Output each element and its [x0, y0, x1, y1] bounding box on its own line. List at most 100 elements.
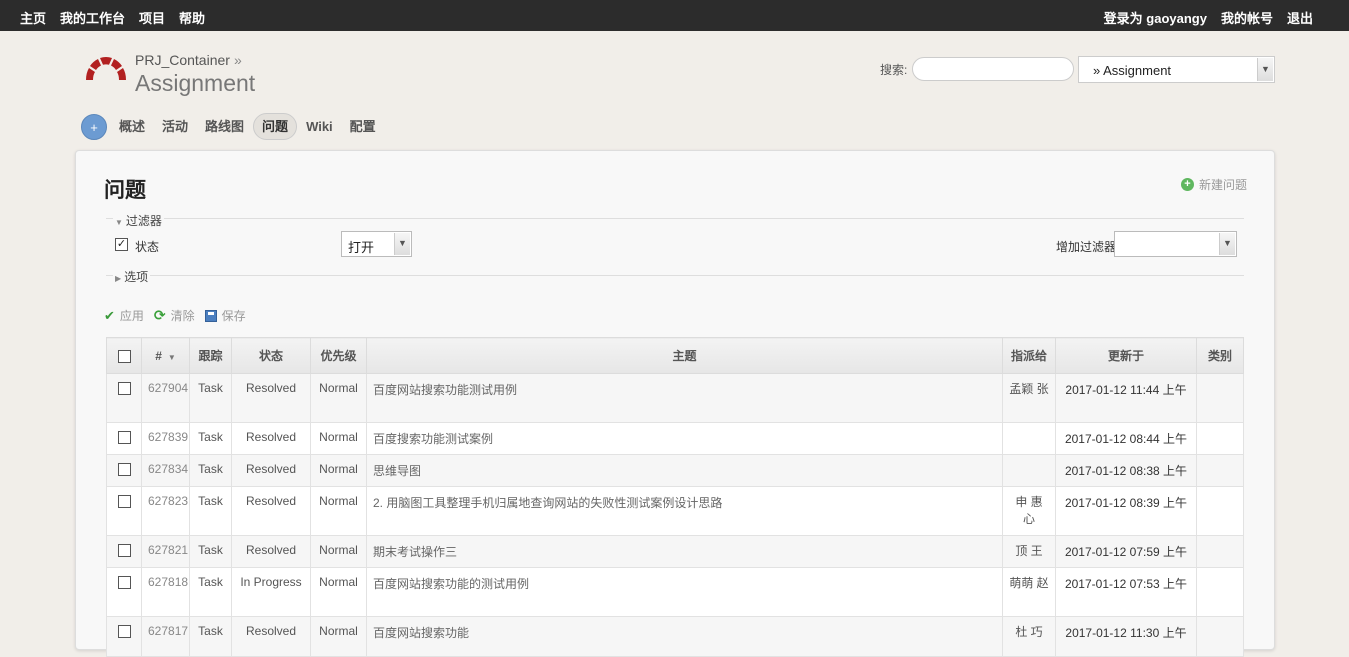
options-legend[interactable]: ▶ 选项 — [113, 268, 151, 285]
my-account-link[interactable]: 我的帐号 — [1221, 8, 1273, 27]
select-all-checkbox[interactable] — [117, 349, 131, 363]
issue-assignee-link[interactable]: 萌萌 赵 — [1002, 567, 1056, 617]
logged-as-prefix: 登录为 — [1103, 11, 1143, 26]
add-filter-select[interactable]: ▼ — [1114, 231, 1237, 257]
reload-icon: ⟳ — [153, 307, 166, 323]
search-input[interactable] — [912, 57, 1074, 81]
logged-user-link[interactable]: gaoyangy — [1146, 11, 1207, 26]
top-menu-projects[interactable]: 项目 — [139, 8, 165, 27]
issue-status: Resolved — [231, 486, 311, 536]
issue-assignee-link[interactable]: 顶 王 — [1002, 535, 1056, 568]
table-row[interactable]: 627904 Task Resolved Normal 百度网站搜索功能测试用例… — [106, 373, 1244, 423]
row-select-cell[interactable] — [106, 486, 142, 536]
issue-subject-link[interactable]: 百度网站搜索功能测试用例 — [366, 373, 1003, 423]
row-checkbox[interactable] — [117, 382, 131, 396]
table-row[interactable]: 627839 Task Resolved Normal 百度搜索功能测试案例 2… — [106, 422, 1244, 455]
row-select-cell[interactable] — [106, 567, 142, 617]
tab-settings[interactable]: 配置 — [342, 113, 384, 140]
issue-subject-link[interactable]: 百度搜索功能测试案例 — [366, 422, 1003, 455]
tab-activity[interactable]: 活动 — [154, 113, 196, 140]
table-row[interactable]: 627834 Task Resolved Normal 思维导图 2017-01… — [106, 454, 1244, 487]
tab-roadmap[interactable]: 路线图 — [197, 113, 252, 140]
col-header-priority[interactable]: 优先级 — [310, 337, 367, 374]
issue-assignee-link[interactable]: 孟颖 张 — [1002, 373, 1056, 423]
filters-legend-label: 过滤器 — [125, 214, 162, 228]
row-select-cell[interactable] — [106, 616, 142, 657]
table-row[interactable]: 627821 Task Resolved Normal 期末考试操作三 顶 王 … — [106, 535, 1244, 568]
col-header-id[interactable]: # ▼ — [141, 337, 190, 374]
row-checkbox[interactable] — [117, 625, 131, 639]
issue-subject-link[interactable]: 期末考试操作三 — [366, 535, 1003, 568]
row-checkbox[interactable] — [117, 544, 131, 558]
top-menu-home[interactable]: 主页 — [20, 8, 46, 27]
col-header-tracker[interactable]: 跟踪 — [189, 337, 232, 374]
issue-id-link[interactable]: 627823 — [141, 486, 190, 536]
row-select-cell[interactable] — [106, 535, 142, 568]
issue-priority: Normal — [310, 486, 367, 536]
top-menu-help[interactable]: 帮助 — [179, 8, 205, 27]
clear-button[interactable]: ⟳ 清除 — [154, 307, 195, 324]
issue-assignee-link[interactable]: 杜 巧 — [1002, 616, 1056, 657]
project-jump-select[interactable]: » Assignment ▼ — [1078, 56, 1275, 83]
new-issue-link[interactable]: + 新建问题 — [1181, 176, 1247, 193]
issue-priority: Normal — [310, 454, 367, 487]
issue-status: Resolved — [231, 454, 311, 487]
issue-subject-link[interactable]: 百度网站搜索功能的测试用例 — [366, 567, 1003, 617]
row-select-cell[interactable] — [106, 454, 142, 487]
filters-legend[interactable]: ▼ 过滤器 — [113, 212, 164, 229]
issue-priority: Normal — [310, 373, 367, 423]
row-checkbox[interactable] — [117, 576, 131, 590]
status-operator-select[interactable]: 打开 ▼ — [341, 231, 412, 257]
issue-tracker: Task — [189, 454, 232, 487]
parent-project-link[interactable]: PRJ_Container — [135, 52, 230, 68]
save-button[interactable]: 保存 — [204, 307, 246, 324]
issue-id-link[interactable]: 627818 — [141, 567, 190, 617]
options-legend-label: 选项 — [124, 270, 149, 284]
add-filter-label: 增加过滤器 — [1056, 240, 1117, 254]
issue-id-link[interactable]: 627817 — [141, 616, 190, 657]
issue-assignee-link[interactable] — [1002, 454, 1056, 487]
table-row[interactable]: 627817 Task Resolved Normal 百度网站搜索功能 杜 巧… — [106, 616, 1244, 657]
table-row[interactable]: 627823 Task Resolved Normal 2. 用脑图工具整理手机… — [106, 486, 1244, 536]
issue-id-link[interactable]: 627839 — [141, 422, 190, 455]
row-checkbox[interactable] — [117, 431, 131, 445]
issue-tracker: Task — [189, 486, 232, 536]
issue-status: Resolved — [231, 535, 311, 568]
top-menu-my-page[interactable]: 我的工作台 — [60, 8, 125, 27]
col-header-assignee[interactable]: 指派给 — [1002, 337, 1056, 374]
project-jump-value: » Assignment — [1093, 63, 1172, 78]
apply-button[interactable]: ✔ 应用 — [104, 307, 144, 324]
issue-updated: 2017-01-12 11:30 上午 — [1055, 616, 1197, 657]
status-filter-checkbox[interactable]: ✓ — [115, 238, 128, 251]
issue-subject-link[interactable]: 思维导图 — [366, 454, 1003, 487]
tab-wiki[interactable]: Wiki — [298, 113, 341, 140]
issue-category — [1196, 486, 1244, 536]
row-select-cell[interactable] — [106, 422, 142, 455]
redmine-logo-icon — [86, 57, 126, 80]
add-icon: + — [1181, 178, 1194, 191]
tab-overview[interactable]: 概述 — [111, 113, 153, 140]
issue-id-link[interactable]: 627904 — [141, 373, 190, 423]
select-all-header[interactable] — [106, 337, 142, 374]
issue-id-link[interactable]: 627834 — [141, 454, 190, 487]
row-checkbox[interactable] — [117, 495, 131, 509]
issue-assignee-link[interactable]: 申 惠 心 — [1002, 486, 1056, 536]
table-row[interactable]: 627818 Task In Progress Normal 百度网站搜索功能的… — [106, 567, 1244, 617]
issue-category — [1196, 422, 1244, 455]
issue-updated: 2017-01-12 08:44 上午 — [1055, 422, 1197, 455]
issue-subject-link[interactable]: 2. 用脑图工具整理手机归属地查询网站的失败性测试案例设计思路 — [366, 486, 1003, 536]
tab-issues[interactable]: 问题 — [253, 113, 298, 140]
logout-link[interactable]: 退出 — [1287, 8, 1313, 27]
new-object-button[interactable]: + — [81, 113, 107, 140]
col-header-updated[interactable]: 更新于 — [1055, 337, 1197, 374]
row-select-cell[interactable] — [106, 373, 142, 423]
col-header-category[interactable]: 类别 — [1196, 337, 1244, 374]
issue-subject-link[interactable]: 百度网站搜索功能 — [366, 616, 1003, 657]
issue-assignee-link[interactable] — [1002, 422, 1056, 455]
col-header-subject[interactable]: 主题 — [366, 337, 1003, 374]
issue-status: Resolved — [231, 616, 311, 657]
col-header-status[interactable]: 状态 — [231, 337, 311, 374]
issues-heading: 问题 — [104, 179, 146, 202]
issue-id-link[interactable]: 627821 — [141, 535, 190, 568]
row-checkbox[interactable] — [117, 463, 131, 477]
